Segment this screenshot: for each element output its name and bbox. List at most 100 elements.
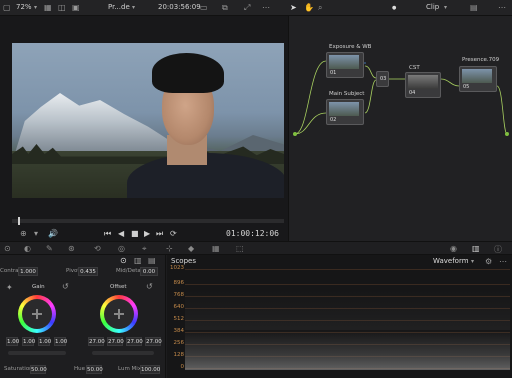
gain-r-field[interactable]: 1.00 [22, 337, 35, 346]
split-icon[interactable]: ◫ [58, 3, 66, 12]
hdr-icon[interactable]: ◐ [24, 244, 31, 253]
saturation-label: Saturation [4, 366, 33, 372]
go-to-start-icon[interactable]: ⏮ [104, 229, 111, 239]
curves-icon[interactable]: ⊛ [68, 244, 75, 253]
node-editor[interactable]: Exposure & WB 01 Main Subject 02 03 CST … [288, 16, 512, 246]
scrubber-bar[interactable] [12, 219, 284, 223]
log-mode-icon[interactable]: ▤ [148, 256, 156, 265]
node-more-icon[interactable]: ⋯ [498, 3, 506, 12]
hand-icon[interactable]: ✋ [304, 3, 314, 12]
stop-icon[interactable]: ■ [131, 229, 139, 238]
bars-mode-icon[interactable]: ▥ [134, 256, 142, 265]
wheels-mode-icon[interactable]: ⊙ [120, 256, 127, 265]
scope-more-icon[interactable]: ⋯ [499, 257, 507, 266]
node-number: 01 [330, 70, 337, 76]
stills-icon[interactable]: ⧉ [222, 3, 228, 13]
top-bar: ▢ 72% ▾ ▦ ◫ ▣ Pr...de ▾ 20:03:56:09 ▭ ⧉ … [0, 0, 512, 16]
primaries-panel: ⊙ ▥ ▤ Contrast 1.000 Pivot 0.435 Mid/Det… [0, 255, 166, 378]
picker-icon[interactable]: ✦ [6, 283, 13, 292]
options-icon[interactable]: ▭ [200, 3, 208, 12]
pivot-field[interactable]: 0.435 [78, 267, 98, 276]
gain-y-field[interactable]: 1.00 [6, 337, 19, 346]
pointer-icon[interactable]: ➤ [290, 3, 297, 12]
node-05-label: Presence.709 [462, 57, 500, 63]
info-icon[interactable]: ⓘ [494, 244, 502, 255]
wipe-icon[interactable]: ▣ [72, 3, 80, 12]
gang-icon[interactable]: ⊕ [20, 229, 27, 238]
offset-master-slider[interactable] [92, 351, 154, 355]
gain-g-field[interactable]: 1.00 [38, 337, 51, 346]
grid-line [185, 284, 510, 285]
offset-g-field[interactable]: 27.00 [126, 337, 143, 346]
lum-mix-field[interactable]: 100.00 [140, 365, 160, 374]
scope-settings-icon[interactable]: ⚙ [485, 257, 492, 266]
node-02-label: Main Subject [329, 91, 365, 97]
node-graph-icon[interactable]: ▤ [470, 3, 478, 12]
palette-toolbar: ⊙ ◐ ✎ ⊛ ⟲ ◎ ⌖ ⊹ ◆ ▦ ⬚ ◉ ▥ ⓘ [0, 241, 512, 255]
node-01[interactable]: 01 [326, 52, 364, 78]
scale-640: 640 [173, 304, 185, 310]
speaker-icon[interactable]: 🔊 [48, 229, 58, 238]
source-input-dot[interactable] [293, 132, 297, 136]
scope-type-chevron-icon[interactable]: ▾ [471, 258, 474, 265]
zoom-tool-icon[interactable]: ⌕ [318, 3, 322, 13]
node-05[interactable]: 05 [459, 66, 497, 92]
offset-reset-icon[interactable]: ↺ [146, 282, 153, 291]
offset-y-field[interactable]: 27.00 [88, 337, 105, 346]
window-icon[interactable]: ⌖ [142, 244, 147, 254]
zoom-level[interactable]: 72% [16, 3, 32, 11]
primaries-icon[interactable]: ⊙ [4, 244, 11, 253]
gain-wheel[interactable] [18, 295, 56, 333]
video-frame[interactable] [12, 43, 284, 198]
node-03-mixer[interactable]: 03 [376, 71, 389, 87]
clip-chevron-icon[interactable]: ▾ [132, 4, 135, 11]
saturation-field[interactable]: 50.00 [30, 365, 47, 374]
key-icon[interactable]: ▦ [212, 244, 220, 253]
gallery-icon[interactable]: ▦ [44, 3, 52, 12]
blur-icon[interactable]: ◆ [188, 244, 194, 253]
gain-reset-icon[interactable]: ↺ [62, 282, 69, 291]
offset-wheel[interactable] [100, 295, 138, 333]
scale-768: 768 [173, 292, 185, 298]
go-to-end-icon[interactable]: ⏭ [156, 229, 163, 239]
contrast-field[interactable]: 1.000 [18, 267, 38, 276]
zoom-chevron-icon[interactable]: ▾ [34, 4, 37, 11]
node-connections [294, 60, 508, 135]
waveform-highlights [185, 290, 510, 330]
node-number: 02 [330, 117, 337, 123]
gain-b-field[interactable]: 1.00 [54, 337, 67, 346]
scopes-icon[interactable]: ▥ [472, 244, 480, 253]
more-icon[interactable]: ⋯ [262, 3, 270, 12]
node-04[interactable]: 04 [405, 72, 441, 98]
3d-icon[interactable]: ◉ [450, 244, 457, 253]
sizing-icon[interactable]: ⬚ [236, 244, 244, 253]
hue-field[interactable]: 50.00 [86, 365, 103, 374]
scope-type[interactable]: Waveform [433, 257, 469, 265]
output-dot[interactable] [505, 132, 509, 136]
lum-mix-label: Lum Mix [118, 366, 142, 372]
node-number: 04 [409, 90, 416, 96]
clip-name[interactable]: Pr...de [108, 3, 130, 11]
playhead[interactable] [18, 217, 20, 225]
gain-master-slider[interactable] [8, 351, 66, 355]
node-01-label: Exposure & WB [329, 44, 372, 50]
viewer-layout-icon[interactable]: ▢ [3, 3, 11, 12]
fullscreen-icon[interactable]: ⤢ [244, 3, 250, 13]
node-02[interactable]: 02 [326, 99, 364, 125]
tracker-icon[interactable]: ⊹ [166, 244, 173, 253]
node-mode-label[interactable]: Clip [426, 3, 439, 11]
reverse-play-icon[interactable]: ◀ [118, 229, 124, 238]
mid-detail-field[interactable]: 0.00 [140, 267, 158, 276]
picker-icon[interactable]: ✎ [46, 244, 53, 253]
warper-icon[interactable]: ⟲ [94, 244, 101, 253]
audio-chevron-icon[interactable]: ▾ [34, 229, 38, 238]
record-timecode: 20:03:56:09 [158, 3, 201, 11]
play-icon[interactable]: ▶ [144, 229, 150, 238]
offset-r-field[interactable]: 27.00 [107, 337, 124, 346]
loop-icon[interactable]: ⟳ [170, 229, 177, 238]
mode-chevron-icon[interactable]: ▾ [444, 4, 447, 11]
offset-b-field[interactable]: 27.00 [145, 337, 162, 346]
qualifier-icon[interactable]: ◎ [118, 244, 125, 253]
scale-896: 896 [173, 280, 185, 286]
scale-512: 512 [173, 316, 185, 322]
